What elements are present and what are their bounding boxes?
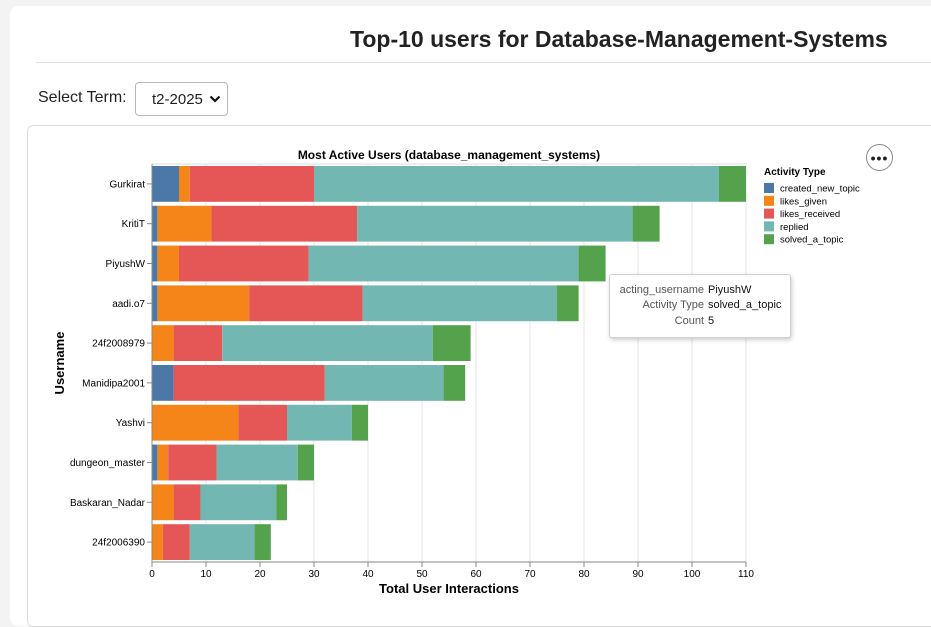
bar-segment <box>179 245 309 282</box>
tooltip-row: acting_username PiyushW <box>610 284 790 299</box>
bar-segment <box>152 444 158 481</box>
bar-segment <box>152 205 158 242</box>
bar-segment <box>152 325 174 362</box>
y-tick-label: Manidipa2001 <box>82 378 145 389</box>
tooltip-key: acting_username <box>619 284 704 296</box>
y-tick-label: Baskaran_Nadar <box>70 498 146 509</box>
legend-label: replied <box>780 222 809 233</box>
legend-swatch <box>764 208 774 219</box>
legend-label: likes_received <box>780 209 840 220</box>
bar-segment <box>152 364 174 401</box>
bar-segment <box>152 404 239 441</box>
bar-segment <box>287 404 352 441</box>
bar-segment <box>173 325 223 362</box>
bar-segment <box>152 245 158 282</box>
bar-segment <box>173 484 201 521</box>
legend-label: created_new_topic <box>780 184 860 195</box>
x-tick-label: 40 <box>362 569 374 580</box>
y-tick-label: Gurkirat <box>109 179 145 190</box>
legend-swatch <box>764 195 774 206</box>
y-tick-label: KritiT <box>122 219 145 230</box>
bar-segment <box>297 444 314 481</box>
tooltip-value: 5 <box>708 315 715 327</box>
x-tick-label: 50 <box>416 569 428 580</box>
tooltip-key: Count <box>674 315 704 327</box>
bar-segment <box>578 245 606 282</box>
bar-segment <box>157 285 250 322</box>
bar-segment <box>362 285 557 322</box>
bar-segment <box>168 444 217 481</box>
x-tick-label: 30 <box>308 569 320 580</box>
bar-segment <box>632 205 660 242</box>
tooltip-value: solved_a_topic <box>708 299 782 311</box>
bar-segment <box>162 524 190 561</box>
x-axis-title: Total User Interactions <box>379 581 519 596</box>
tooltip-value: PiyushW <box>708 284 752 296</box>
x-tick-label: 60 <box>470 569 482 580</box>
bar-segment <box>254 524 271 561</box>
legend-title: Activity Type <box>764 167 826 178</box>
y-tick-label: Yashvi <box>116 418 145 429</box>
bar-segment <box>276 484 287 521</box>
y-tick-label: 24f2008979 <box>92 339 145 350</box>
bar-segment <box>719 165 746 202</box>
legend-swatch <box>764 234 774 245</box>
y-tick-label: 24f2006390 <box>92 538 145 549</box>
y-tick-label: PiyushW <box>106 259 146 270</box>
bar-segment <box>152 484 174 521</box>
stacked-bar-chart: 0 10 20 30 40 50 60 70 80 90 100 110 Gurkirat KritiT P… <box>52 148 860 596</box>
x-tick-label: 0 <box>149 569 155 580</box>
legend-swatch <box>764 221 774 232</box>
x-tick-label: 10 <box>200 569 212 580</box>
chart-more-menu-button[interactable]: ••• <box>866 144 893 171</box>
more-horizontal-icon: ••• <box>870 149 889 166</box>
bar-segment <box>308 245 579 282</box>
bar-segment <box>249 285 363 322</box>
bar-segment <box>157 444 169 481</box>
bar-segment <box>357 205 633 242</box>
bar-segment <box>216 444 298 481</box>
chart-title: Most Active Users (database_management_s… <box>298 148 600 162</box>
legend-label: solved_a_topic <box>780 235 844 246</box>
bar-segment <box>157 245 179 282</box>
bar-segment <box>152 524 163 561</box>
tooltip-row: Activity Type solved_a_topic <box>610 299 790 314</box>
bar-segment <box>557 285 579 322</box>
bar-segment <box>200 484 277 521</box>
x-tick-label: 110 <box>738 569 754 580</box>
tooltip-row: Count 5 <box>610 315 790 330</box>
bar-segment <box>189 165 314 202</box>
chart-tooltip: acting_username PiyushW Activity Type so… <box>609 274 791 338</box>
x-tick-label: 20 <box>254 569 266 580</box>
bar-segment <box>324 364 444 401</box>
bar-segment <box>222 325 433 362</box>
bar-segment <box>157 205 212 242</box>
bar-segment <box>179 165 190 202</box>
x-tick-label: 100 <box>684 569 701 580</box>
legend-label: likes_given <box>780 196 827 207</box>
bar-segment <box>173 364 325 401</box>
x-tick-label: 70 <box>524 569 536 580</box>
y-axis-title: Username <box>52 332 67 395</box>
y-tick-label: aadi.o7 <box>112 299 145 310</box>
bar-segment <box>432 325 471 362</box>
tooltip-key: Activity Type <box>642 299 704 311</box>
legend-swatch <box>764 183 774 193</box>
bar-segment <box>152 165 179 202</box>
x-tick-label: 90 <box>632 569 644 580</box>
x-tick-label: 80 <box>578 569 590 580</box>
bar-segment <box>314 165 719 202</box>
bar-segment <box>211 205 358 242</box>
bar-segment <box>152 285 158 322</box>
bar-segment <box>189 524 255 561</box>
bar-segment <box>238 404 287 441</box>
bar-segment <box>443 364 466 401</box>
bar-segment <box>351 404 368 441</box>
y-tick-label: dungeon_master <box>70 458 146 469</box>
